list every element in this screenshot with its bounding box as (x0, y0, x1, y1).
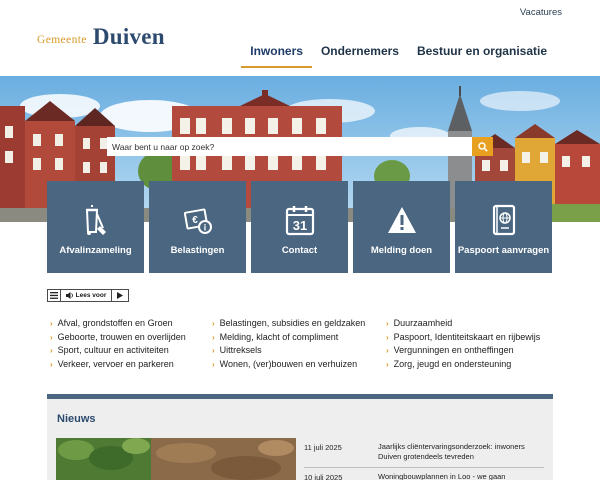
topic-label: Paspoort, Identiteitskaart en rijbewijs (393, 331, 541, 342)
tile-contact[interactable]: 31 Contact (251, 181, 348, 273)
chevron-right-icon: › (386, 346, 389, 355)
chevron-right-icon: › (212, 346, 215, 355)
warning-icon (387, 207, 416, 233)
menu-icon (50, 292, 58, 299)
search-icon (477, 141, 488, 152)
topic-link[interactable]: › Verkeer, vervoer en parkeren (50, 358, 212, 372)
news-title[interactable]: Jaarlijks cliëntervaringsonderzoek: inwo… (378, 442, 544, 462)
speaker-icon (65, 292, 73, 299)
topic-link[interactable]: › Sport, cultuur en activiteiten (50, 344, 212, 358)
quick-tiles: Afvalinzameling € i Belastingen 31 Conta… (47, 181, 552, 273)
topic-link[interactable]: › Duurzaamheid (386, 317, 556, 331)
svg-text:i: i (203, 223, 206, 233)
topic-column-2: › Belastingen, subsidies en geldzaken › Me… (212, 317, 386, 371)
main-navigation: Inwoners Ondernemers Bestuur en organisa… (241, 40, 556, 68)
topic-link[interactable]: › Paspoort, Identiteitskaart en rijbewijs (386, 331, 556, 345)
play-icon (117, 292, 123, 299)
search-button[interactable] (472, 137, 493, 156)
readspeaker-label: Lees voor (75, 292, 107, 299)
topic-label: Sport, cultuur en activiteiten (57, 345, 169, 355)
news-title[interactable]: Woningbouwplannen in Loo - we gaan (378, 472, 544, 480)
tile-label: Belastingen (170, 245, 225, 256)
chevron-right-icon: › (212, 319, 215, 328)
readspeaker-bar: Lees voor (47, 289, 129, 302)
news-item[interactable]: 11 juli 2025 Jaarlijks cliëntervaringson… (304, 438, 544, 468)
chevron-right-icon: › (212, 332, 215, 342)
chevron-right-icon: › (50, 319, 53, 328)
tile-melding-doen[interactable]: Melding doen (353, 181, 450, 273)
tile-afvalinzameling[interactable]: Afvalinzameling (47, 181, 144, 273)
topic-link[interactable]: › Melding, klacht of compliment (212, 331, 386, 345)
calendar-day-text: 31 (292, 218, 306, 233)
chevron-right-icon: › (50, 359, 53, 369)
nav-ondernemers[interactable]: Ondernemers (312, 40, 408, 68)
topic-links: › Afval, grondstoffen en Groen › Geboorte,… (50, 317, 556, 371)
waste-bin-icon (85, 205, 106, 235)
tile-belastingen[interactable]: € i Belastingen (149, 181, 246, 273)
news-list: 11 juli 2025 Jaarlijks cliëntervaringson… (304, 438, 544, 480)
search-form (107, 137, 493, 156)
tile-label: Paspoort aanvragen (457, 245, 550, 256)
chevron-right-icon: › (386, 319, 389, 328)
vacatures-link[interactable]: Vacatures (520, 7, 562, 18)
topic-link[interactable]: › Uittreksels (212, 344, 386, 358)
news-heading: Nieuws (57, 413, 96, 425)
tax-money-icon: € i (183, 208, 212, 234)
calendar-31-icon: 31 (285, 206, 314, 236)
topic-link[interactable]: › Vergunningen en ontheffingen (386, 344, 556, 358)
topic-label: Zorg, jeugd en ondersteuning (393, 358, 512, 369)
topic-link[interactable]: › Belastingen, subsidies en geldzaken (212, 317, 386, 331)
topic-label: Verkeer, vervoer en parkeren (57, 358, 174, 369)
nav-inwoners[interactable]: Inwoners (241, 40, 312, 68)
readspeaker-lees-voor-button[interactable]: Lees voor (61, 290, 112, 301)
news-date: 10 juli 2025 (304, 473, 343, 480)
topic-link[interactable]: › Geboorte, trouwen en overlijden (50, 331, 212, 345)
news-photo[interactable] (56, 438, 296, 480)
readspeaker-menu-button[interactable] (48, 290, 61, 301)
nav-bestuur-en-organisatie[interactable]: Bestuur en organisatie (408, 40, 556, 68)
chevron-right-icon: › (50, 332, 53, 342)
site-logo[interactable]: Gemeente Duiven (37, 22, 165, 50)
chevron-right-icon: › (386, 332, 389, 342)
topic-link[interactable]: › Zorg, jeugd en ondersteuning (386, 358, 556, 372)
news-section: Nieuws 11 juli 2025 Jaarlijks cliënterva… (47, 394, 553, 480)
readspeaker-play-button[interactable] (112, 290, 128, 301)
tile-label: Melding doen (370, 245, 433, 256)
topic-label: Afval, grondstoffen en Groen (57, 318, 173, 328)
topic-label: Uittreksels (219, 345, 262, 355)
topic-column-3: › Duurzaamheid › Paspoort, Identiteitskaar… (386, 317, 556, 371)
tile-label: Contact (281, 245, 318, 256)
svg-text:€: € (192, 215, 198, 226)
tile-paspoort-aanvragen[interactable]: Paspoort aanvragen (455, 181, 552, 273)
topic-label: Duurzaamheid (393, 318, 453, 328)
chevron-right-icon: › (212, 359, 215, 369)
topic-label: Vergunningen en ontheffingen (393, 345, 514, 355)
search-input[interactable] (107, 137, 472, 156)
news-item[interactable]: 10 juli 2025 Woningbouwplannen in Loo - … (304, 468, 544, 480)
news-image (56, 438, 296, 480)
topic-label: Geboorte, trouwen en overlijden (57, 331, 186, 342)
topic-link[interactable]: › Wonen, (ver)bouwen en verhuizen (212, 358, 386, 372)
chevron-right-icon: › (386, 359, 389, 369)
topic-label: Melding, klacht of compliment (219, 331, 339, 342)
logo-name: Duiven (92, 24, 165, 49)
passport-icon (492, 204, 515, 236)
topic-link[interactable]: › Afval, grondstoffen en Groen (50, 317, 212, 331)
tile-label: Afvalinzameling (59, 245, 132, 256)
topic-label: Belastingen, subsidies en geldzaken (219, 318, 366, 328)
news-date: 11 juli 2025 (304, 443, 342, 452)
logo-prefix: Gemeente (37, 34, 87, 46)
chevron-right-icon: › (50, 346, 53, 355)
topic-column-1: › Afval, grondstoffen en Groen › Geboorte,… (50, 317, 212, 371)
topic-label: Wonen, (ver)bouwen en verhuizen (219, 358, 358, 369)
